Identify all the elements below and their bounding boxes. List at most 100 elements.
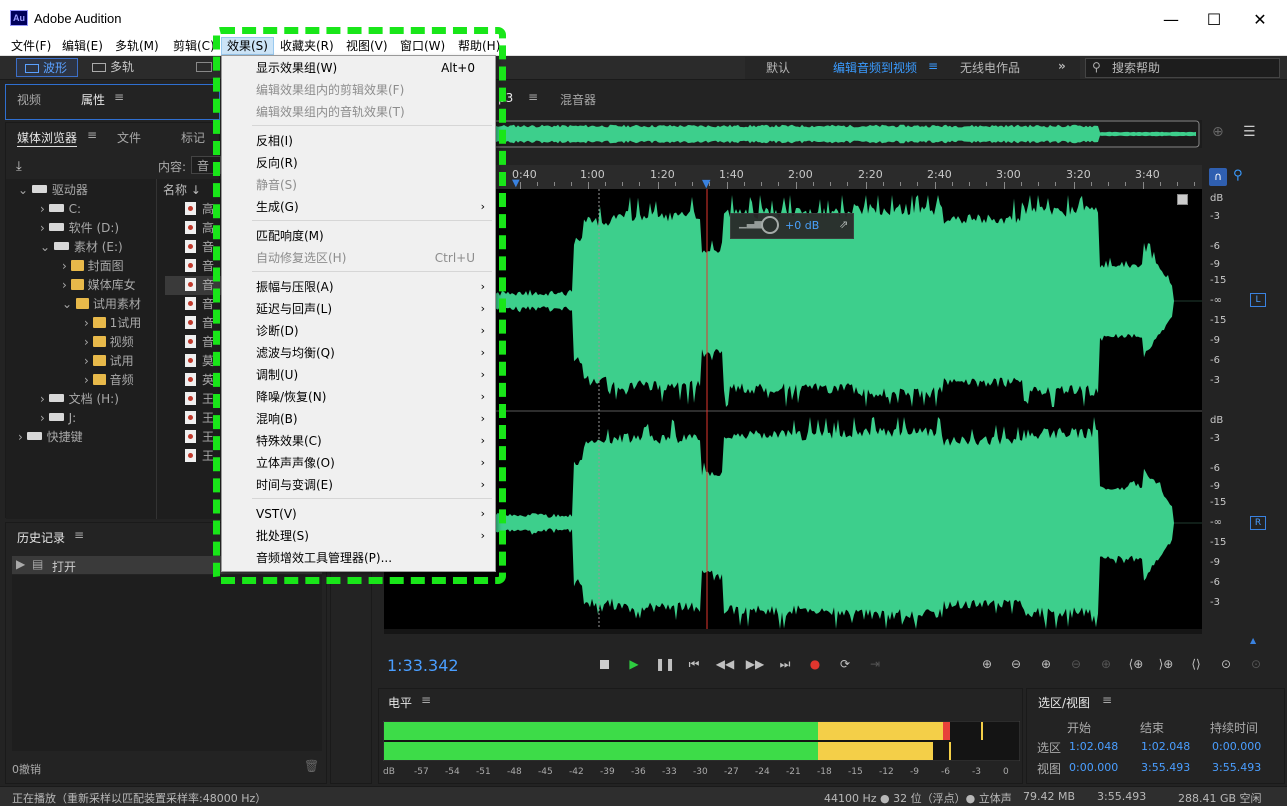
time-ruler[interactable]: ▼ ▼ 0:40 1:00 1:20 1:40 2:00 2:20 2:40 3:00 3:20… — [384, 165, 1202, 190]
file-row[interactable]: 音 — [185, 295, 214, 314]
tree-shortcuts[interactable]: › 快捷键 — [18, 428, 83, 447]
zoom-to-playhead-icon[interactable]: ⊙ — [1216, 655, 1236, 673]
scroll-marker-icon[interactable]: ▲ — [1250, 636, 1258, 645]
tab-video[interactable]: 视频 — [17, 91, 41, 108]
panel-menu-icon[interactable]: ≡ — [114, 90, 124, 104]
file-row[interactable]: 王 — [185, 390, 214, 409]
minimize-button[interactable]: — — [1151, 6, 1191, 32]
tab-files[interactable]: 文件 — [117, 129, 141, 146]
tree-drive-j[interactable]: › J: — [40, 409, 76, 428]
trash-icon[interactable]: 🗑 — [304, 759, 319, 773]
menu-multitrack[interactable]: 多轨(M) — [110, 37, 164, 55]
pause-button[interactable]: ❚❚ — [655, 655, 675, 673]
loop-icon[interactable]: ∩ — [1209, 168, 1227, 186]
selview-menu-icon[interactable]: ≡ — [1102, 693, 1112, 707]
import-icon[interactable]: ⤓ — [16, 159, 22, 174]
channel-left-toggle[interactable]: L — [1250, 293, 1266, 307]
tree-drive-e[interactable]: ⌄ 素材 (E:) — [40, 238, 123, 257]
tree-folder-audio[interactable]: › 音频 — [84, 371, 134, 390]
zoom-selection-icon[interactable]: ⟨⟩ — [1186, 655, 1206, 673]
tab-markers[interactable]: 标记 — [181, 129, 205, 146]
zoom-reset-icon[interactable]: ⊕ — [1212, 124, 1224, 140]
rewind-button[interactable]: ◀◀ — [715, 655, 735, 673]
skip-selection-button[interactable]: ⇥ — [865, 655, 885, 673]
tree-drives[interactable]: ⌄ 驱动器 — [18, 181, 88, 200]
file-row[interactable]: 高 — [185, 219, 214, 238]
file-row[interactable]: 音 — [185, 238, 214, 257]
view-duration[interactable]: 3:55.493 — [1212, 761, 1261, 774]
spectral-icon[interactable] — [196, 62, 212, 72]
zoom-out-amplitude-icon[interactable]: ⊖ — [1006, 655, 1026, 673]
current-time[interactable]: 1:33.342 — [387, 656, 459, 675]
more-workspaces-icon[interactable]: » — [1058, 59, 1066, 73]
tree-drive-h[interactable]: › 文档 (H:) — [40, 390, 119, 409]
tab-properties[interactable]: 属性 — [81, 91, 105, 108]
workspace-edit-audio-to-video[interactable]: 编辑音频到视频 — [833, 59, 917, 76]
waveform-display[interactable]: ▁▃▅ +0 dB ⇗ — [384, 189, 1202, 634]
tab-mixer[interactable]: 混音器 — [560, 91, 596, 108]
tree-folder-video[interactable]: › 视频 — [84, 333, 134, 352]
channel-right-toggle[interactable]: R — [1250, 516, 1266, 530]
zoom-in-time-icon[interactable]: ⊕ — [1036, 655, 1056, 673]
file-row[interactable]: 王 — [185, 409, 214, 428]
tree-folder-cover[interactable]: › 封面图 — [62, 257, 124, 276]
file-row[interactable]: 音 — [185, 333, 214, 352]
tab-selection-view[interactable]: 选区/视图 — [1038, 694, 1090, 711]
menu-edit[interactable]: 编辑(E) — [57, 37, 108, 55]
zoom-out-time-icon[interactable]: ⊖ — [1066, 655, 1086, 673]
level-menu-icon[interactable]: ≡ — [421, 693, 431, 707]
menu-file[interactable]: 文件(F) — [6, 37, 56, 55]
fast-forward-button[interactable]: ▶▶ — [745, 655, 765, 673]
history-menu-icon[interactable]: ≡ — [74, 528, 84, 542]
record-button[interactable]: ● — [805, 655, 825, 673]
menu-clip[interactable]: 剪辑(C) — [168, 37, 220, 55]
file-row[interactable]: 莫 — [185, 352, 214, 371]
workspace-default[interactable]: 默认 — [766, 59, 790, 76]
name-column-header[interactable]: 名称 ↓ — [163, 181, 201, 200]
file-row[interactable]: 音 — [185, 257, 214, 276]
tree-folder-library[interactable]: › 媒体库女 — [62, 276, 136, 295]
tree-folder-trial2[interactable]: › 试用 — [84, 352, 134, 371]
view-list-icon[interactable]: ☰ — [1243, 124, 1256, 140]
selection-start[interactable]: 1:02.048 — [1069, 740, 1118, 753]
maximize-button[interactable]: ☐ — [1194, 6, 1234, 32]
go-start-button[interactable]: ⏮ — [684, 655, 704, 673]
waveform-view-button[interactable]: 波形 — [16, 58, 78, 77]
playhead-marker-icon[interactable]: ▼ — [702, 177, 712, 190]
zoom-full-icon[interactable]: ⊕ — [1096, 655, 1116, 673]
loop-playback-button[interactable]: ⟳ — [835, 655, 855, 673]
overview-bar[interactable] — [384, 120, 1202, 148]
tree-folder-1trial[interactable]: › 1试用 — [84, 314, 141, 333]
file-row[interactable]: 高 — [185, 200, 214, 219]
close-button[interactable]: ✕ — [1240, 6, 1280, 32]
tree-drive-c[interactable]: › C: — [40, 200, 81, 219]
selection-duration[interactable]: 0:00.000 — [1212, 740, 1261, 753]
zoom-extra-icon[interactable]: ⊙ — [1246, 655, 1266, 673]
gain-hud[interactable]: ▁▃▅ +0 dB ⇗ — [730, 213, 854, 239]
workspace-menu-icon[interactable]: ≡ — [928, 59, 938, 73]
workspace-radio[interactable]: 无线电作品 — [960, 59, 1020, 76]
file-row[interactable]: 英 — [185, 371, 214, 390]
tab-levels[interactable]: 电平 — [388, 694, 412, 711]
go-end-button[interactable]: ⏭ — [775, 655, 795, 673]
editor-menu-icon[interactable]: ≡ — [528, 90, 538, 104]
file-row[interactable]: 王 — [185, 428, 214, 447]
tab-media-browser[interactable]: 媒体浏览器 — [17, 129, 78, 147]
tree-drive-d[interactable]: › 软件 (D:) — [40, 219, 119, 238]
selection-end[interactable]: 1:02.048 — [1141, 740, 1190, 753]
zoom-in-right-icon[interactable]: ⟩⊕ — [1156, 655, 1176, 673]
tree-folder-trial[interactable]: ⌄ 试用素材 — [62, 295, 141, 314]
expand-icon[interactable] — [1177, 194, 1188, 205]
tab-history[interactable]: 历史记录 — [17, 529, 65, 546]
play-button[interactable]: ▶ — [624, 655, 644, 673]
hud-pin-icon[interactable]: ⇗ — [839, 218, 848, 231]
gain-knob-icon[interactable] — [761, 216, 779, 234]
zoom-in-left-icon[interactable]: ⟨⊕ — [1126, 655, 1146, 673]
pin-icon[interactable]: ⚲ — [1233, 168, 1247, 186]
stop-button[interactable] — [594, 655, 614, 673]
media-panel-menu-icon[interactable]: ≡ — [87, 128, 97, 142]
view-start[interactable]: 0:00.000 — [1069, 761, 1118, 774]
zoom-in-amplitude-icon[interactable]: ⊕ — [977, 655, 997, 673]
multitrack-view-button[interactable]: 多轨 — [84, 58, 142, 77]
help-search-input[interactable]: ⚲ 搜索帮助 — [1085, 58, 1280, 78]
